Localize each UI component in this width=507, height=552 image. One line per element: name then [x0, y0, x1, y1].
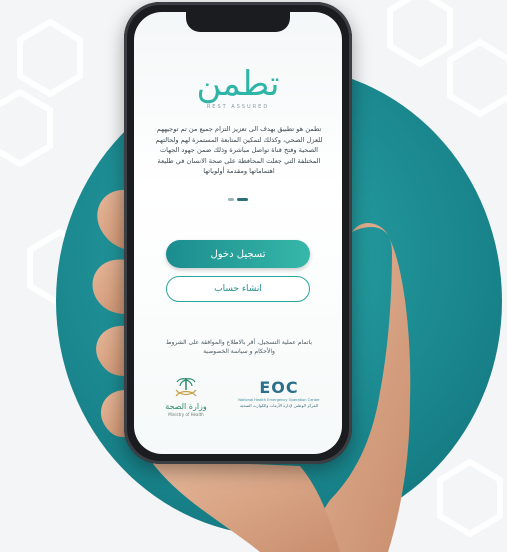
smartphone: تطمن REST ASSURED تطمن هو تطبيق يهدف الى… — [124, 2, 352, 464]
app-logo: تطمن — [196, 64, 280, 104]
eoc-logo: EOC National Health Emergency Operation … — [234, 378, 324, 432]
app-description: تطمن هو تطبيق يهدف الى تعزيز التزام جميع… — [155, 125, 323, 175]
moh-english-name: Ministry of Health — [168, 412, 204, 417]
eoc-arabic-name: المركز الوطني لإدارة الأزمات والكوارث ال… — [239, 403, 319, 408]
phone-notch — [186, 12, 290, 32]
terms-text[interactable]: باتمام عملية التسجيل، أقر بالاطلاع والمو… — [158, 338, 320, 356]
moh-name: وزارة الصحة — [165, 402, 207, 411]
pagination-dot-active[interactable] — [237, 198, 248, 201]
pagination-dot[interactable] — [228, 198, 234, 201]
login-button[interactable]: تسجيل دخول — [166, 240, 310, 268]
app-tagline: REST ASSURED — [206, 104, 270, 110]
register-button[interactable]: انشاء حساب — [166, 276, 310, 302]
eoc-name: EOC — [259, 378, 299, 397]
app-screen: تطمن REST ASSURED تطمن هو تطبيق يهدف الى… — [134, 12, 342, 454]
palm-swords-icon — [175, 378, 197, 397]
moh-logo: وزارة الصحة Ministry of Health — [156, 376, 216, 430]
pagination-dots — [228, 198, 248, 202]
